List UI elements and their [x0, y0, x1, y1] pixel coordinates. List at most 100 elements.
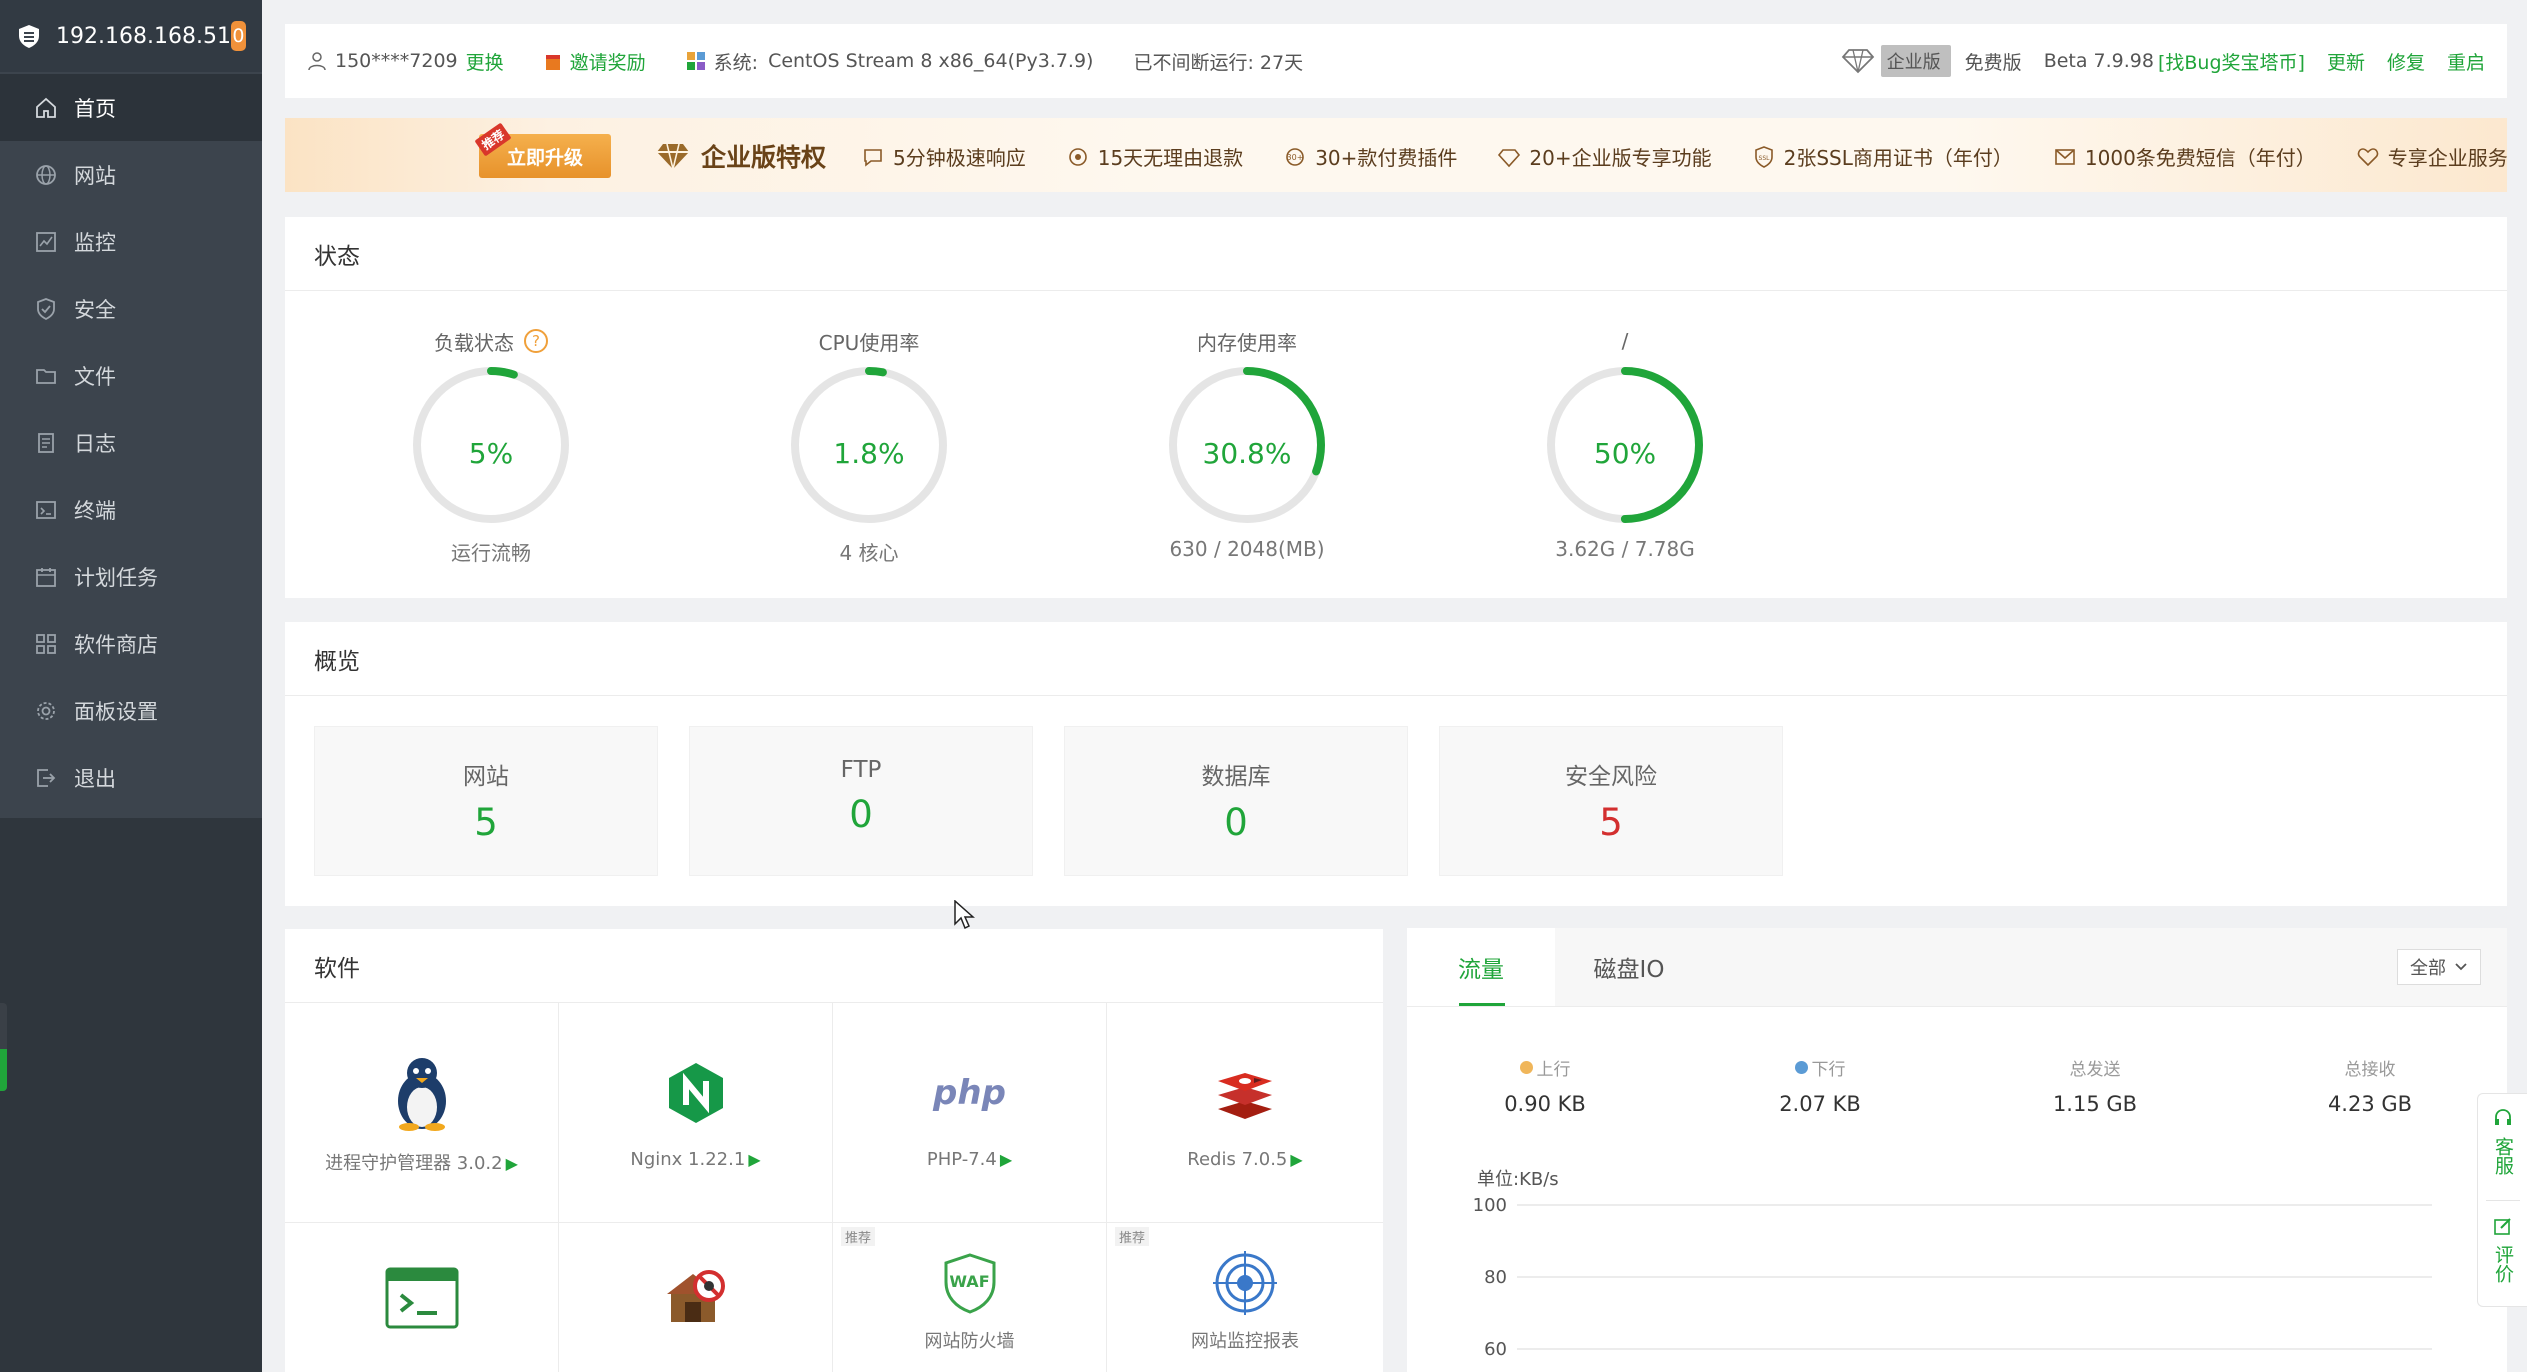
- software-name: 网站防火墙: [924, 1331, 1015, 1352]
- notification-badge[interactable]: 0: [230, 21, 246, 51]
- invite-reward[interactable]: 邀请奖励: [544, 48, 646, 75]
- perk-text: 30+款付费插件: [1315, 146, 1458, 170]
- stat-label-row: 下行: [1720, 1055, 1920, 1080]
- php-logo-text: php: [933, 1073, 1006, 1113]
- card-value: 0: [1224, 801, 1248, 844]
- card-label: 网站: [463, 764, 509, 790]
- ssl-icon: SSL: [1752, 145, 1776, 169]
- stat-label-row: 总发送: [1995, 1055, 2195, 1080]
- gauge-label-row: 负载状态 ?: [371, 327, 611, 355]
- gauge-label: CPU使用率: [818, 330, 920, 355]
- download-dot-icon: [1794, 1061, 1808, 1074]
- stat-value: 1.15 GB: [2052, 1092, 2138, 1116]
- status-title: 状态: [285, 217, 2507, 291]
- stat-label: 上行: [1536, 1060, 1571, 1080]
- overview-card-database[interactable]: 数据库 0: [1064, 726, 1408, 876]
- sidebar-item-appstore[interactable]: 软件商店: [0, 610, 262, 677]
- sidebar-item-label: 监控: [74, 230, 116, 255]
- overview-card-security-risk[interactable]: 安全风险 5: [1439, 726, 1783, 876]
- overview-card-websites[interactable]: 网站 5: [314, 726, 658, 876]
- sidebar-item-files[interactable]: 文件: [0, 342, 262, 409]
- stat-download: 下行 2.07 KB: [1720, 1055, 1920, 1116]
- software-name-text: PHP-7.4: [926, 1149, 997, 1170]
- perk-item: 20+企业版专享功能: [1497, 142, 1712, 171]
- stat-label: 总接收: [2344, 1060, 2396, 1080]
- software-item[interactable]: 推荐 WAF 网站防火墙: [833, 1223, 1107, 1372]
- card-label: FTP: [840, 757, 882, 783]
- card-label: 安全风险: [1565, 764, 1657, 790]
- enterprise-badge[interactable]: 企业版: [1880, 45, 1951, 77]
- gauge-value: 1.8%: [833, 437, 905, 470]
- card-value: 5: [1599, 801, 1623, 844]
- software-item[interactable]: Nginx 1.22.1 ▶: [559, 1003, 833, 1223]
- terminal-icon: [34, 498, 58, 522]
- php-icon: php: [833, 1053, 1106, 1133]
- software-item[interactable]: [285, 1223, 559, 1372]
- refund-icon: [1066, 145, 1090, 169]
- play-icon[interactable]: ▶: [1290, 1150, 1302, 1169]
- restart-link[interactable]: 重启: [2447, 48, 2485, 75]
- sidebar-item-home[interactable]: 首页: [0, 74, 262, 141]
- system-info: 系统: CentOS Stream 8 x86_64(Py3.7.9): [686, 48, 1093, 75]
- software-item[interactable]: 推荐 网站监控报表: [1107, 1223, 1383, 1372]
- sidebar-item-logs[interactable]: 日志: [0, 409, 262, 476]
- side-float-panel: 客服 评价: [2477, 1093, 2527, 1307]
- memory-gauge[interactable]: 内存使用率 30.8% 630 / 2048(MB): [1127, 327, 1367, 561]
- customer-service-button[interactable]: 客服: [2478, 1108, 2527, 1175]
- sidebar-item-cron[interactable]: 计划任务: [0, 543, 262, 610]
- stat-label-row: 总接收: [2270, 1055, 2470, 1080]
- gauge-label: 负载状态: [434, 330, 514, 355]
- stat-upload: 上行 0.90 KB: [1445, 1055, 1645, 1116]
- tab-disk-io[interactable]: 磁盘IO: [1555, 928, 1703, 1006]
- traffic-panel: 流量 磁盘IO 全部 上行 0.90 KB 下行 2.07 KB 总发送 1.1…: [1407, 928, 2507, 1372]
- user-icon: [308, 52, 326, 71]
- sidebar-item-logout[interactable]: 退出: [0, 744, 262, 811]
- review-button[interactable]: 评价: [2478, 1216, 2527, 1283]
- stat-value: 0.90 KB: [1504, 1092, 1586, 1116]
- play-icon[interactable]: ▶: [748, 1150, 760, 1169]
- sidebar-item-settings[interactable]: 面板设置: [0, 677, 262, 744]
- software-item[interactable]: php PHP-7.4 ▶: [833, 1003, 1107, 1223]
- software-item[interactable]: 进程守护管理器 3.0.2 ▶: [285, 1003, 559, 1223]
- bug-bounty-link[interactable]: [找Bug奖宝塔币]: [2158, 48, 2305, 75]
- software-item[interactable]: Redis 7.0.5 ▶: [1107, 1003, 1383, 1223]
- sidebar-item-label: 软件商店: [74, 632, 158, 657]
- interface-select[interactable]: 全部: [2397, 949, 2481, 985]
- cpu-gauge[interactable]: CPU使用率 1.8% 4 核心: [749, 327, 989, 566]
- sidebar-item-label: 终端: [74, 498, 116, 523]
- gauge-value: 5%: [468, 437, 514, 470]
- repair-link[interactable]: 修复: [2387, 48, 2425, 75]
- sidebar-item-terminal[interactable]: 终端: [0, 476, 262, 543]
- change-account-link[interactable]: 更换: [466, 48, 504, 75]
- perk-text: 专享企业服务群: [2387, 146, 2507, 170]
- perk-item: 5分钟极速响应: [861, 142, 1026, 171]
- load-gauge[interactable]: 负载状态 ? 5% 运行流畅: [371, 327, 611, 566]
- card-value: 0: [849, 793, 873, 836]
- gauge-label: /: [1621, 329, 1629, 353]
- overview-card-ftp[interactable]: FTP 0: [689, 726, 1033, 876]
- chart-tick-label: 80: [1484, 1267, 1507, 1288]
- stat-value: 2.07 KB: [1779, 1092, 1861, 1116]
- anti-spider-icon: [559, 1263, 832, 1333]
- software-title: 软件: [285, 929, 1383, 1003]
- perk-text: 1000条免费短信（年付）: [2084, 146, 2316, 170]
- left-edge-handle[interactable]: [0, 1003, 7, 1091]
- play-icon[interactable]: ▶: [1000, 1150, 1012, 1169]
- update-link[interactable]: 更新: [2327, 48, 2365, 75]
- disk-gauge[interactable]: / 50% 3.62G / 7.78G: [1505, 327, 1745, 561]
- stat-value: 4.23 GB: [2327, 1092, 2413, 1116]
- stat-total-sent: 总发送 1.15 GB: [1995, 1055, 2195, 1116]
- gauge-label: 内存使用率: [1197, 330, 1297, 355]
- card-value: 5: [474, 801, 498, 844]
- diamond-icon: [1841, 49, 1874, 74]
- sidebar-item-website[interactable]: 网站: [0, 141, 262, 208]
- sidebar-item-monitor[interactable]: 监控: [0, 208, 262, 275]
- review-label: 评价: [2492, 1245, 2514, 1283]
- software-item[interactable]: [559, 1223, 833, 1372]
- sidebar-item-security[interactable]: 安全: [0, 275, 262, 342]
- play-icon[interactable]: ▶: [506, 1154, 518, 1173]
- help-icon[interactable]: ?: [524, 329, 548, 353]
- software-name: 网站监控报表: [1191, 1331, 1299, 1352]
- upgrade-button[interactable]: 推荐 立即升级: [474, 122, 611, 178]
- tab-traffic[interactable]: 流量: [1407, 928, 1555, 1006]
